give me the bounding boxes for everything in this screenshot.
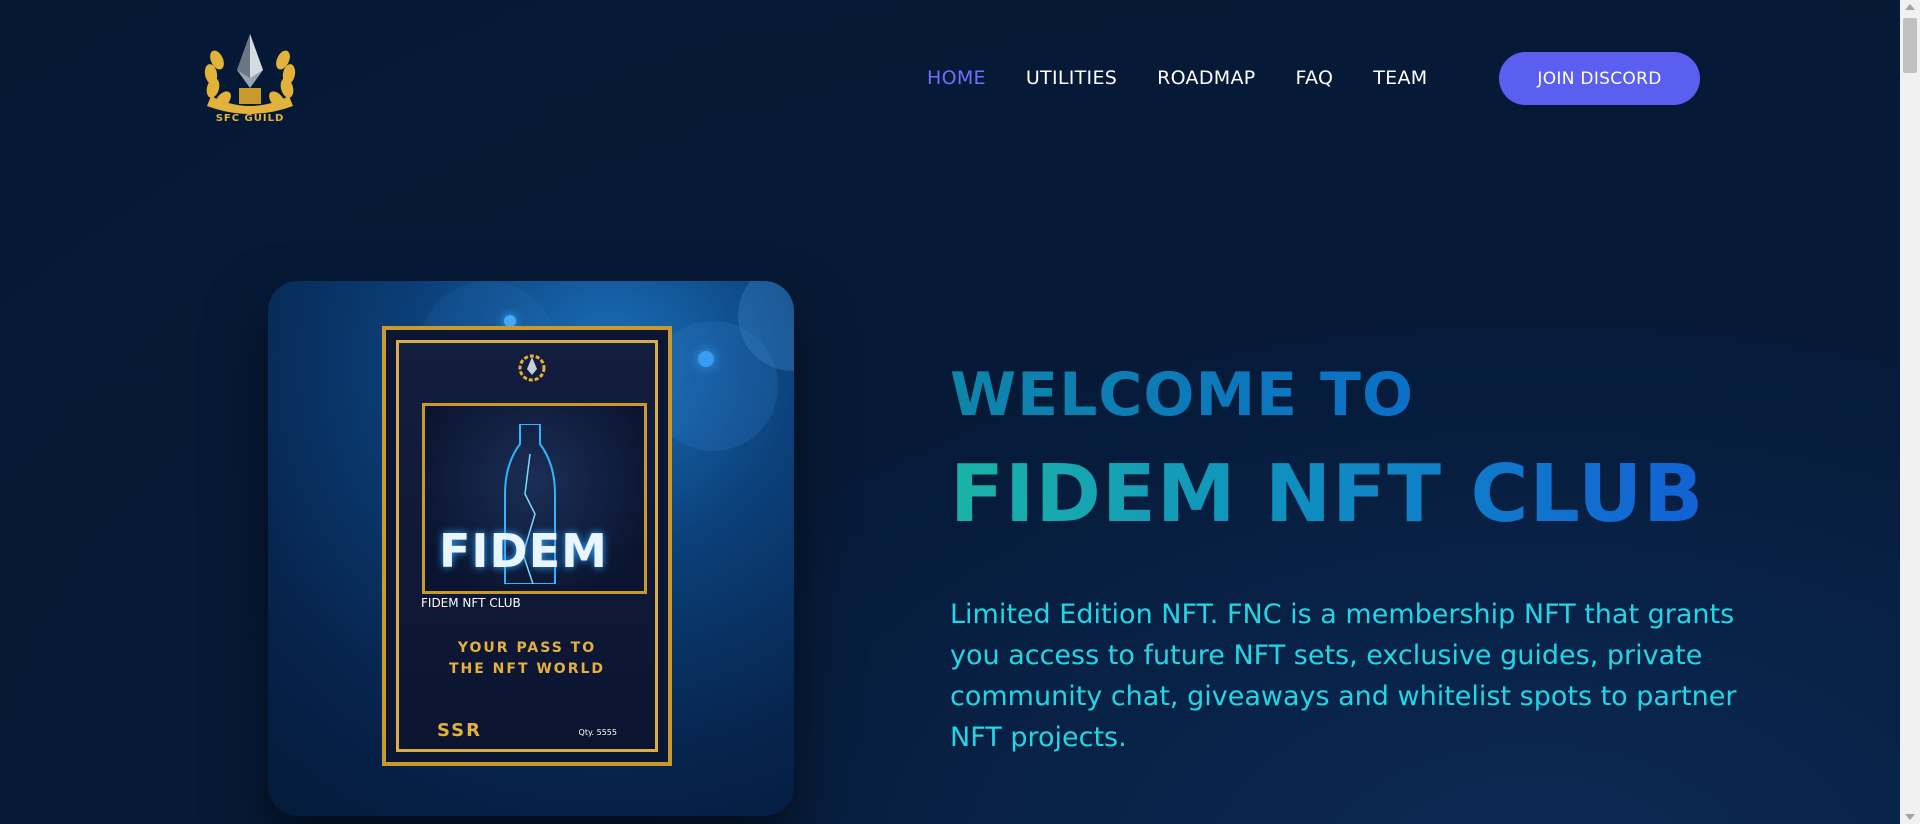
nav-home[interactable]: HOME (927, 67, 986, 89)
nft-title: FIDEM (439, 524, 608, 578)
join-discord-button[interactable]: JOIN DISCORD (1499, 52, 1700, 105)
welcome-heading: WELCOME TO (950, 360, 1414, 430)
nav-utilities[interactable]: UTILITIES (1026, 67, 1117, 89)
club-name-heading: FIDEM NFT CLUB (950, 448, 1705, 540)
main-nav: HOME UTILITIES ROADMAP FAQ TEAM (927, 58, 1467, 98)
laurel-crest-icon (204, 34, 296, 114)
scroll-thumb[interactable] (1903, 18, 1917, 73)
nav-faq[interactable]: FAQ (1296, 67, 1334, 89)
landing-page: SFC GUILD HOME UTILITIES ROADMAP FAQ TEA… (0, 0, 1920, 824)
logo-text: SFC GUILD (215, 113, 285, 124)
nft-rarity: SSR (437, 720, 482, 741)
nav-team[interactable]: TEAM (1373, 67, 1427, 89)
nft-subtitle: FIDEM NFT CLUB (421, 596, 521, 610)
scroll-up-icon[interactable] (1905, 4, 1915, 10)
nav-roadmap[interactable]: ROADMAP (1157, 67, 1255, 89)
bokeh-light (698, 351, 714, 367)
nft-pass-text: YOUR PASS TO THE NFT WORLD (399, 638, 655, 680)
mini-crest-icon (518, 354, 546, 382)
hero-description: Limited Edition NFT. FNC is a membership… (950, 599, 1737, 753)
nft-card: FIDEM FIDEM NFT CLUB YOUR PASS TO THE NF… (382, 326, 672, 766)
nft-artwork-frame: FIDEM (422, 403, 647, 594)
nft-quantity: Qty. 5555 (578, 728, 617, 737)
hero-nft-image: FIDEM FIDEM NFT CLUB YOUR PASS TO THE NF… (268, 281, 794, 816)
nft-card-inner: FIDEM FIDEM NFT CLUB YOUR PASS TO THE NF… (396, 340, 658, 752)
vertical-scrollbar[interactable] (1900, 0, 1920, 824)
nft-pass-line2: THE NFT WORLD (448, 661, 606, 677)
nft-pass-line1: YOUR PASS TO (457, 640, 597, 656)
scroll-down-icon[interactable] (1905, 814, 1915, 820)
sfc-guild-logo[interactable]: SFC GUILD (197, 30, 303, 126)
